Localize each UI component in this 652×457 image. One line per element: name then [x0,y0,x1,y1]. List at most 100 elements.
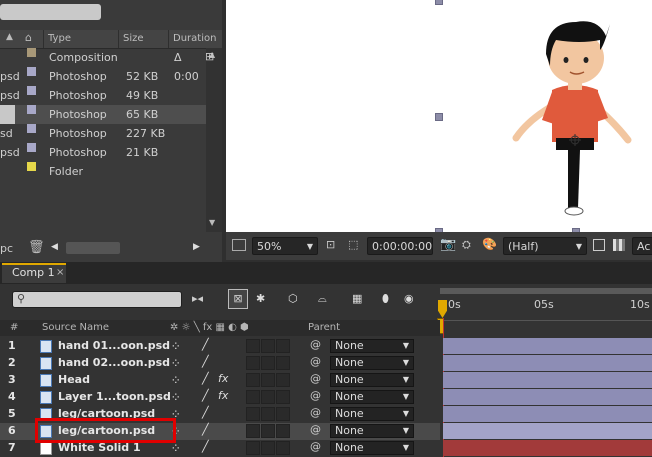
switch-cell[interactable] [246,424,260,438]
composition-viewer[interactable] [226,0,652,232]
layer-duration-bar[interactable] [443,389,652,405]
pickwhip-icon[interactable]: @ [310,423,321,436]
bounding-handle[interactable] [435,113,443,121]
quality-switch-icon[interactable]: ╱ [202,355,209,368]
fast-previews-icon[interactable] [593,239,605,251]
fx-switch-icon[interactable]: fx [218,389,228,402]
switch-cell[interactable] [246,390,260,404]
pickwhip-icon[interactable]: @ [310,389,321,402]
time-ruler[interactable]: 0s 05s 10s [440,284,652,321]
shy-switch-icon[interactable]: ⁘ [172,376,182,386]
switch-cell[interactable] [276,356,290,370]
parent-dropdown[interactable]: None ▼ [330,356,414,370]
layer-row[interactable]: 3 Head ⁘ ╱ fx @ None ▼ [0,372,440,389]
parent-dropdown[interactable]: None ▼ [330,441,414,455]
bounding-handle[interactable] [435,0,443,5]
switch-cell[interactable] [276,390,290,404]
label-tag-icon[interactable]: ⌂ [25,31,32,44]
layer-row[interactable]: 4 Layer 1...toon.psd ⁘ ╱ fx @ None ▼ [0,389,440,406]
shy-switch-icon[interactable]: ⁘ [172,393,182,403]
project-item[interactable]: psd Photoshop 49 KB [0,86,206,105]
project-search-input[interactable] [0,4,101,20]
color-channels-icon[interactable]: 🎨 [482,237,497,251]
transparency-grid-icon[interactable] [613,239,625,251]
switch-cell[interactable] [261,390,275,404]
parent-dropdown[interactable]: None ▼ [330,339,414,353]
pickwhip-icon[interactable]: @ [310,338,321,351]
switch-cell[interactable] [246,441,260,455]
project-item-selected[interactable]: Photoshop 65 KB [0,105,206,124]
layer-duration-bar[interactable] [443,338,652,354]
resolution-dropdown[interactable]: (Half) ▼ [503,237,587,255]
shy-switch-icon[interactable]: ⁘ [172,359,182,369]
magnification-dropdown[interactable]: 50% ▼ [252,237,318,255]
parent-dropdown[interactable]: None ▼ [330,373,414,387]
quality-switch-icon[interactable]: ╱ [202,423,209,436]
tab-comp-1[interactable]: Comp 1 × [2,263,66,283]
sort-arrow-icon[interactable]: ▲ [6,32,13,42]
active-camera-dropdown[interactable]: Ac [632,237,652,255]
parent-dropdown[interactable]: None ▼ [330,424,414,438]
region-of-interest-icon[interactable]: ⬚ [348,238,358,251]
camera-snapshot-icon[interactable]: 📷 [440,237,456,252]
pickwhip-icon[interactable]: @ [310,355,321,368]
show-snapshot-icon[interactable]: ⛭ [462,238,471,252]
auto-keyframe-icon[interactable]: ⬮ [382,292,389,306]
current-time-field[interactable]: 0:00:00:00 [367,237,433,255]
column-type[interactable]: Type [43,30,118,48]
quality-switch-icon[interactable]: ╱ [202,406,209,419]
project-item[interactable]: Folder [0,162,206,181]
switch-cell[interactable] [261,339,275,353]
work-area-bar[interactable] [440,288,652,294]
switch-cell[interactable] [246,407,260,421]
column-size[interactable]: Size [118,30,168,48]
shy-switch-icon[interactable]: ⁘ [172,342,182,352]
column-parent[interactable]: Parent [308,322,340,333]
mini-flowchart-icon[interactable]: ▸◂ [192,292,203,305]
hide-shy-icon[interactable]: ✱ [256,292,265,305]
column-duration[interactable]: Duration [168,30,222,48]
switch-cell[interactable] [276,373,290,387]
layer-duration-bar-selected[interactable] [443,423,652,439]
project-item[interactable]: Composition Δ 0:00 [0,48,206,83]
quality-switch-icon[interactable]: ╱ [202,372,209,385]
switch-cell[interactable] [246,373,260,387]
column-source-name[interactable]: Source Name [42,322,109,333]
trash-icon[interactable]: 🗑 [28,240,45,255]
switch-cell[interactable] [261,441,275,455]
layer-row[interactable]: 1 hand 01...oon.psd ⁘ ╱ @ None ▼ [0,338,440,355]
brainstorm-icon[interactable]: ▦ [352,292,362,305]
frame-blending-icon[interactable]: ⬡ [288,292,298,305]
switch-cell[interactable] [261,407,275,421]
motion-blur-icon[interactable]: ⌓ [318,292,327,306]
quality-switch-icon[interactable]: ╱ [202,389,209,402]
shy-switch-icon[interactable]: ⁘ [172,444,182,454]
quality-switch-icon[interactable]: ╱ [202,338,209,351]
draft-3d-icon[interactable]: ⊠ [228,289,248,309]
pickwhip-icon[interactable]: @ [310,440,321,453]
layer-duration-bar[interactable] [443,440,652,456]
switch-cell[interactable] [246,356,260,370]
layer-duration-bar[interactable] [443,355,652,371]
always-preview-icon[interactable] [232,239,246,251]
horizontal-scroll-thumb[interactable] [66,242,120,254]
switch-cell[interactable] [261,356,275,370]
column-num[interactable]: # [10,322,18,333]
safe-zones-icon[interactable]: ⊡ [326,238,335,251]
scroll-down-icon[interactable]: ▼ [209,218,215,227]
layer-duration-bar[interactable] [443,372,652,388]
scroll-right-icon[interactable]: ▶ [193,242,200,252]
switch-cell[interactable] [261,373,275,387]
project-item[interactable]: psd Photoshop 21 KB [0,143,206,162]
switch-cell[interactable] [276,339,290,353]
switch-cell[interactable] [276,424,290,438]
close-icon[interactable]: × [56,265,64,281]
project-item[interactable]: sd Photoshop 227 KB [0,124,206,143]
pickwhip-icon[interactable]: @ [310,406,321,419]
parent-dropdown[interactable]: None ▼ [330,390,414,404]
parent-dropdown[interactable]: None ▼ [330,407,414,421]
fx-switch-icon[interactable]: fx [218,372,228,385]
layer-row[interactable]: 2 hand 02...oon.psd ⁘ ╱ @ None ▼ [0,355,440,372]
switch-cell[interactable] [261,424,275,438]
project-vertical-scrollbar[interactable]: ▲ ▼ [206,48,222,232]
